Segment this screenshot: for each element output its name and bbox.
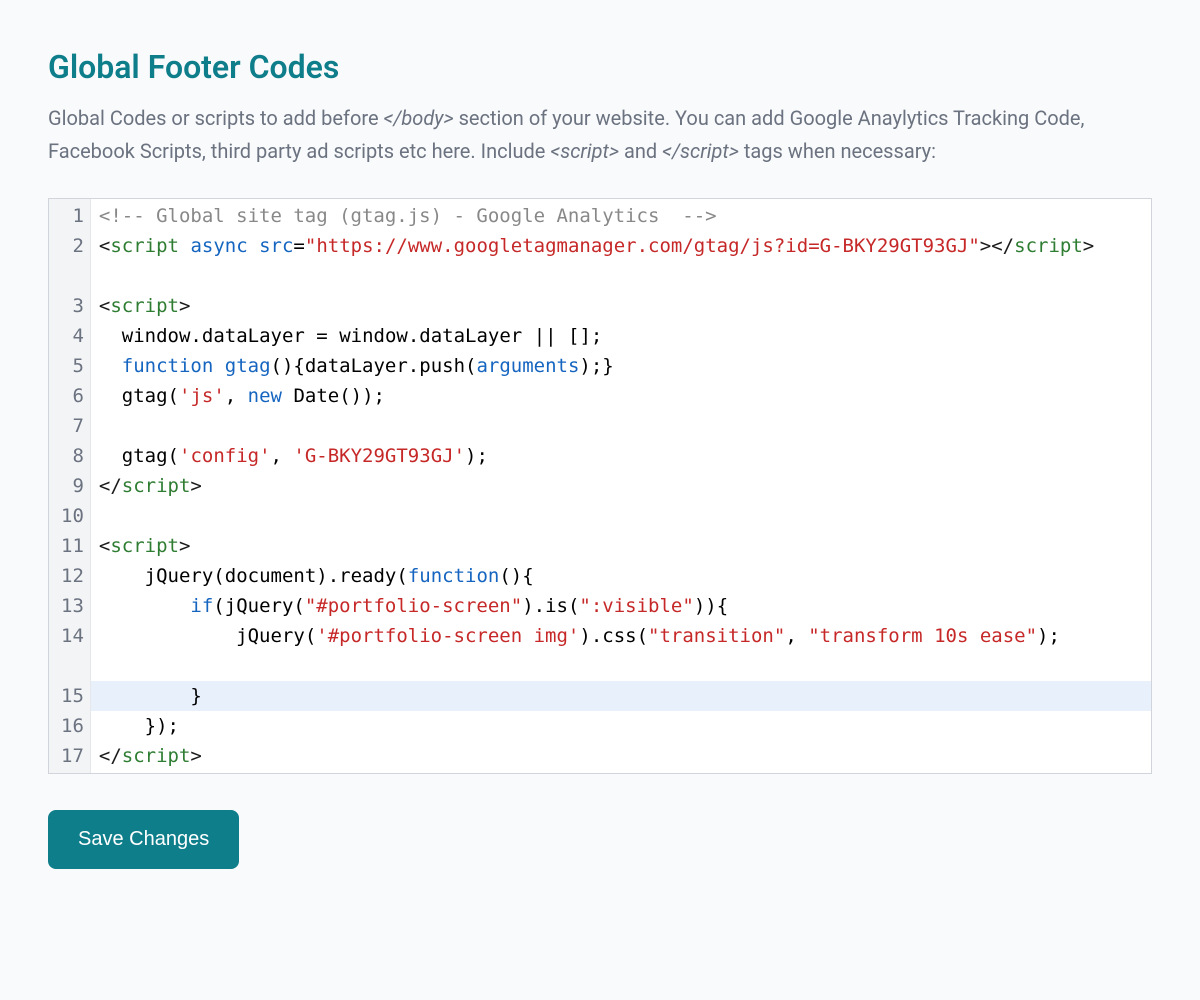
gutter-line: 10 <box>61 501 84 531</box>
gutter-line: 17 <box>61 741 84 771</box>
gutter-line: 4 <box>61 321 84 351</box>
code-line[interactable]: jQuery('#portfolio-screen img').css("tra… <box>99 621 1145 681</box>
code-line[interactable]: function gtag(){dataLayer.push(arguments… <box>99 351 1145 381</box>
gutter-line: 8 <box>61 441 84 471</box>
gutter-line: 13 <box>61 591 84 621</box>
code-line[interactable]: <!-- Global site tag (gtag.js) - Google … <box>99 201 1145 231</box>
code-line[interactable]: <script> <box>99 291 1145 321</box>
code-line[interactable]: } <box>91 681 1151 711</box>
desc-script-close: </script> <box>662 139 739 163</box>
gutter-line: 7 <box>61 411 84 441</box>
code-line[interactable]: </script> <box>99 741 1145 771</box>
code-line[interactable] <box>99 501 1145 531</box>
code-line[interactable]: window.dataLayer = window.dataLayer || [… <box>99 321 1145 351</box>
desc-part: Global Codes or scripts to add before <box>48 106 384 130</box>
gutter-line: 1 <box>61 201 84 231</box>
save-changes-button[interactable]: Save Changes <box>48 810 239 869</box>
gutter-line: 15 <box>61 681 84 711</box>
gutter-line: 6 <box>61 381 84 411</box>
gutter-line: 12 <box>61 561 84 591</box>
code-line[interactable]: }); <box>99 711 1145 741</box>
gutter-line: 9 <box>61 471 84 501</box>
code-line[interactable]: <script async src="https://www.googletag… <box>99 231 1145 291</box>
section-description: Global Codes or scripts to add before </… <box>48 102 1152 168</box>
code-line[interactable]: if(jQuery("#portfolio-screen").is(":visi… <box>99 591 1145 621</box>
desc-part: and <box>619 139 662 163</box>
editor-code-area[interactable]: <!-- Global site tag (gtag.js) - Google … <box>91 199 1151 773</box>
gutter-line: 16 <box>61 711 84 741</box>
code-line[interactable] <box>99 411 1145 441</box>
gutter-line: 14 <box>61 621 84 681</box>
code-line[interactable]: <script> <box>99 531 1145 561</box>
gutter-line: 5 <box>61 351 84 381</box>
code-line[interactable]: jQuery(document).ready(function(){ <box>99 561 1145 591</box>
gutter-line: 3 <box>61 291 84 321</box>
code-line[interactable]: gtag('js', new Date()); <box>99 381 1145 411</box>
desc-part: tags when necessary: <box>739 139 936 163</box>
gutter-line: 2 <box>61 231 84 291</box>
section-title: Global Footer Codes <box>48 48 1152 86</box>
code-line[interactable]: </script> <box>99 471 1145 501</box>
code-line[interactable]: gtag('config', 'G-BKY29GT93GJ'); <box>99 441 1145 471</box>
gutter-line: 11 <box>61 531 84 561</box>
editor-gutter: 1 2 3 4 5 6 7 8 9 10 11 12 13 14 15 16 1… <box>49 199 91 773</box>
desc-script-open: <script> <box>550 139 619 163</box>
desc-body-tag: </body> <box>384 106 454 130</box>
code-editor[interactable]: 1 2 3 4 5 6 7 8 9 10 11 12 13 14 15 16 1… <box>48 198 1152 774</box>
